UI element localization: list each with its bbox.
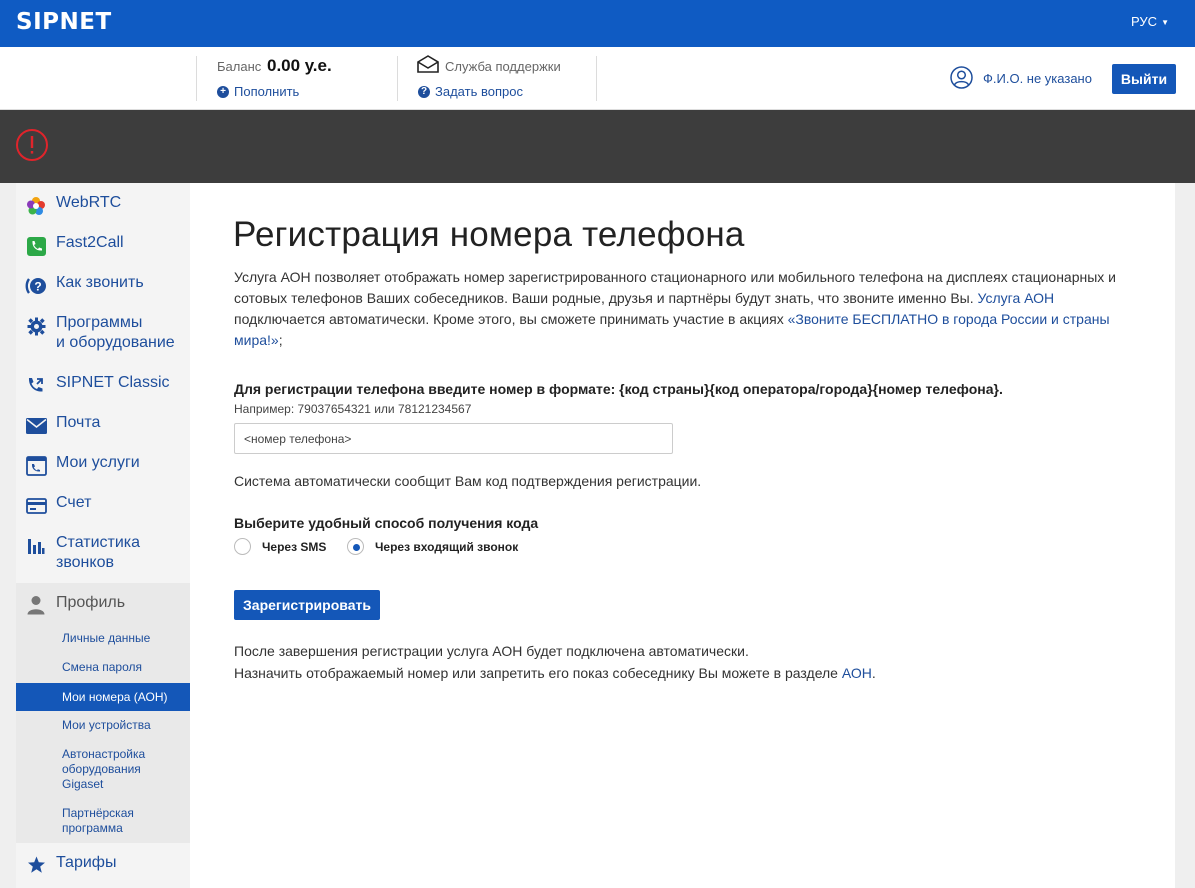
aon-section-link[interactable]: АОН — [842, 665, 872, 681]
sidebar-subitem-change-password[interactable]: Смена пароля — [16, 660, 190, 675]
sidebar-label: Fast2Call — [56, 234, 124, 251]
subitem-line1: Автонастройка — [62, 747, 146, 761]
phone-number-input[interactable] — [234, 423, 673, 454]
alert-icon[interactable] — [15, 128, 49, 167]
sidebar-label: WebRTC — [56, 194, 122, 211]
sidebar-label: SIPNET Classic — [56, 374, 170, 391]
radio-incoming-call[interactable]: Через входящий звонок — [347, 538, 518, 555]
after-registration-note: После завершения регистрации услуга АОН … — [234, 643, 749, 659]
format-instruction: Для регистрации телефона введите номер в… — [234, 381, 1003, 397]
subitem-line1: Партнёрская — [62, 806, 134, 820]
plus-icon: + — [217, 85, 229, 98]
user-circle-icon[interactable] — [950, 66, 973, 94]
sidebar-label: Мои услуги — [56, 454, 140, 471]
sidebar: WebRTC Fast2Call ? Как звонить Программы… — [16, 183, 190, 888]
language-selector[interactable]: РУС ▼ — [1131, 14, 1169, 29]
sidebar-label: Программы и оборудование — [56, 313, 175, 353]
services-icon — [25, 455, 47, 477]
intro-part2: подключается автоматически. Кроме этого,… — [234, 311, 788, 327]
aon-note-end: . — [871, 665, 876, 681]
sidebar-label-line1: Программы — [56, 314, 143, 331]
top-bar: SIPNET РУС ▼ — [0, 0, 1195, 47]
intro-part3: ; — [278, 332, 283, 348]
sidebar-subitem-personal-data[interactable]: Личные данные — [16, 631, 190, 646]
subitem-line3: Gigaset — [62, 777, 104, 791]
help-call-icon: ? — [25, 275, 47, 297]
intro-text: Услуга АОН позволяет отображать номер за… — [234, 267, 1129, 351]
envelope-icon — [417, 55, 439, 78]
alert-bar — [0, 110, 1195, 183]
sidebar-label: Тарифы — [56, 854, 117, 871]
profile-section: Профиль Личные данные Смена пароля Мои н… — [16, 583, 190, 843]
caret-down-icon: ▼ — [1161, 18, 1169, 27]
subitem-line2: оборудования — [62, 762, 141, 776]
svg-text:?: ? — [34, 280, 41, 294]
sipnet-logo[interactable]: SIPNET — [16, 9, 112, 35]
topup-link[interactable]: + Пополнить — [217, 84, 299, 99]
envelope-icon — [25, 415, 47, 437]
star-icon — [25, 854, 47, 876]
radio-call-circle[interactable] — [347, 538, 364, 555]
radio-sms-label: Через SMS — [262, 539, 327, 554]
auto-message: Система автоматически сообщит Вам код по… — [234, 473, 702, 489]
question-icon: ? — [418, 85, 430, 98]
sidebar-subitem-my-devices[interactable]: Мои устройства — [16, 718, 190, 733]
main-content: Регистрация номера телефона Услуга АОН п… — [190, 183, 1175, 888]
gear-icon — [25, 315, 47, 337]
sidebar-subitem-my-numbers[interactable]: Мои номера (АОН) — [16, 683, 190, 711]
sidebar-subitem-autoconfig[interactable]: Автонастройка оборудования Gigaset — [16, 747, 190, 792]
radio-sms-circle[interactable] — [234, 538, 251, 555]
choose-method-label: Выберите удобный способ получения кода — [234, 515, 539, 531]
balance-label: Баланс — [217, 59, 262, 74]
register-button[interactable]: Зарегистрировать — [234, 590, 380, 620]
support-label: Служба поддержки — [445, 59, 561, 74]
radio-call-label: Через входящий звонок — [375, 539, 519, 554]
sidebar-subitem-partner-program[interactable]: Партнёрская программа — [16, 806, 190, 836]
sidebar-label: Счет — [56, 494, 92, 511]
format-example: Например: 79037654321 или 78121234567 — [234, 402, 472, 416]
subitem-line2: программа — [62, 821, 123, 835]
phone-classic-icon — [25, 375, 47, 397]
topup-label: Пополнить — [234, 84, 300, 99]
sidebar-label-line2: и оборудование — [56, 334, 175, 351]
language-label: РУС — [1131, 14, 1158, 29]
phone-icon — [25, 235, 47, 257]
divider — [196, 56, 197, 101]
card-icon — [25, 495, 47, 517]
webrtc-icon — [25, 195, 47, 217]
sidebar-label-line1: Статистика — [56, 534, 141, 551]
balance-value: 0.00 у.е. — [267, 56, 332, 75]
sidebar-label: Как звонить — [56, 274, 144, 291]
sidebar-label: Статистика звонков — [56, 533, 140, 573]
user-name-link[interactable]: Ф.И.О. не указано — [983, 71, 1092, 86]
divider — [596, 56, 597, 101]
sidebar-label: Почта — [56, 414, 101, 431]
user-icon — [25, 594, 47, 616]
ask-question-link[interactable]: ? Задать вопрос — [418, 84, 523, 99]
aon-note-text: Назначить отображаемый номер или запрети… — [234, 665, 842, 681]
radio-sms[interactable]: Через SMS — [234, 538, 326, 555]
aon-service-link[interactable]: Услуга АОН — [978, 290, 1055, 306]
aon-section-note: Назначить отображаемый номер или запрети… — [234, 665, 876, 681]
logout-button[interactable]: Выйти — [1112, 64, 1176, 94]
sidebar-label-line2: звонков — [56, 554, 114, 571]
account-bar: Баланс 0.00 у.е. + Пополнить Служба подд… — [0, 47, 1195, 110]
divider — [397, 56, 398, 101]
ask-label: Задать вопрос — [435, 84, 523, 99]
sidebar-label: Профиль — [56, 594, 126, 611]
stats-icon — [25, 535, 47, 557]
page-title: Регистрация номера телефона — [233, 215, 745, 254]
